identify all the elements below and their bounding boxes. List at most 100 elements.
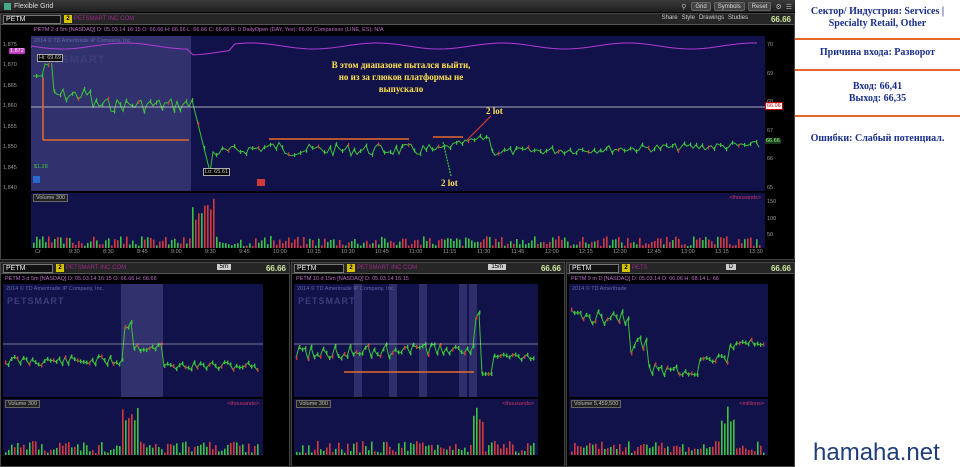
chart-status-line: PETM 10 d 15m [NASDAQ] D: 05.03.14 16:15 [296, 276, 409, 282]
candle [200, 361, 202, 366]
candle [488, 372, 490, 376]
candle [516, 146, 518, 151]
candle [96, 98, 98, 103]
volume-bar [294, 239, 296, 248]
volume-bar [699, 237, 701, 248]
candle [751, 337, 753, 342]
price-tick-label: 1,845 [3, 164, 17, 171]
volume-axis [768, 399, 794, 455]
candle [422, 344, 424, 349]
candle [468, 139, 470, 144]
settings-icon[interactable]: ⚙ [775, 3, 781, 11]
candle [440, 342, 442, 347]
candle [294, 153, 296, 158]
candle [528, 145, 530, 150]
volume-bar [512, 444, 514, 455]
volume-bar [561, 239, 563, 248]
price-chart[interactable]: 2014 © TD Ameritrade IP Company, Inc. PE… [3, 284, 263, 397]
candle [62, 362, 64, 367]
volume-bar [679, 446, 681, 455]
volume-bar [726, 236, 728, 248]
candle [673, 367, 675, 372]
share-button[interactable]: Share [662, 15, 678, 21]
session-shade [469, 284, 477, 397]
candle [694, 372, 696, 377]
candle [558, 149, 560, 154]
link-indicator[interactable]: 2 [64, 15, 72, 23]
volume-bar [703, 444, 705, 455]
candle [533, 356, 535, 361]
price-chart[interactable]: 2014 © TD Ameritrade IP Company, Inc. PE… [31, 36, 765, 191]
volume-bar [299, 452, 301, 455]
candle [443, 351, 445, 356]
volume-bar [194, 446, 196, 455]
candle [760, 342, 762, 347]
candle [521, 357, 523, 362]
symbol-input[interactable]: PETM [3, 14, 61, 24]
volume-bar [446, 449, 448, 455]
price-line [295, 310, 534, 375]
volume-bar [697, 449, 699, 455]
symbol-input[interactable]: PETM [294, 263, 344, 273]
volume-bar [510, 241, 512, 248]
timeframe-button[interactable]: 15m [488, 264, 506, 270]
menu-icon[interactable]: ☰ [786, 3, 792, 11]
volume-chart[interactable]: Volume 5,459,500 <millions> [569, 399, 768, 455]
candle [74, 357, 76, 362]
studies-button[interactable]: Studies [728, 15, 748, 21]
volume-chart[interactable]: Volume 300 <thousands> [31, 193, 765, 248]
volume-bar [613, 444, 615, 455]
candle [144, 109, 146, 114]
candle [461, 350, 463, 355]
volume-chart[interactable]: Volume 300 <thousands> [3, 399, 263, 455]
grid-button[interactable]: Grid [691, 2, 711, 11]
candle [392, 351, 394, 356]
volume-bar [756, 239, 758, 248]
volume-bar [534, 236, 536, 248]
volume-bar [26, 449, 28, 455]
volume-bar [318, 238, 320, 248]
timeframe-button[interactable]: 5m [216, 264, 231, 270]
candle [110, 354, 112, 359]
volume-bar [23, 444, 25, 455]
candle [606, 146, 608, 151]
candle [242, 365, 244, 370]
candle [11, 356, 13, 361]
volume-axis [538, 399, 564, 455]
candle [71, 354, 73, 359]
volume-bar [107, 452, 109, 455]
timeframe-button[interactable]: D [725, 264, 736, 270]
candle [152, 344, 154, 349]
candle [564, 151, 566, 156]
candle [158, 342, 160, 347]
volume-bar [83, 442, 85, 455]
candle [66, 98, 68, 103]
drawings-button[interactable]: Drawings [699, 15, 724, 21]
volume-chart[interactable]: Volume 300 <thousands> [294, 399, 538, 455]
link-indicator[interactable]: 2 [622, 264, 630, 272]
price-tick-label: 1,850 [3, 144, 17, 151]
price-chart[interactable]: 2014 © TD Ameritrade IP Company, Inc. PE… [294, 284, 538, 397]
candle [396, 144, 398, 149]
style-button[interactable]: Style [682, 15, 695, 21]
search-icon[interactable]: ⚲ [681, 3, 686, 11]
candle [119, 362, 121, 367]
candle [186, 99, 188, 104]
candle [486, 134, 488, 139]
candle [654, 147, 656, 152]
link-indicator[interactable]: 2 [56, 264, 64, 272]
symbols-button[interactable]: Symbols [713, 2, 745, 11]
price-chart[interactable]: 2014 © TD Ameritrade [569, 284, 768, 397]
volume-bar [114, 239, 116, 248]
candle [428, 353, 430, 358]
reset-button[interactable]: Reset [747, 2, 772, 11]
volume-bar [312, 240, 314, 248]
candle [730, 343, 732, 348]
volume-bar [248, 443, 250, 455]
volume-bar [606, 236, 608, 248]
candle [473, 344, 475, 349]
link-indicator[interactable]: 2 [347, 264, 355, 272]
session-shade [419, 284, 427, 397]
symbol-input[interactable]: PETM [569, 263, 619, 273]
symbol-input[interactable]: PETM [3, 263, 53, 273]
